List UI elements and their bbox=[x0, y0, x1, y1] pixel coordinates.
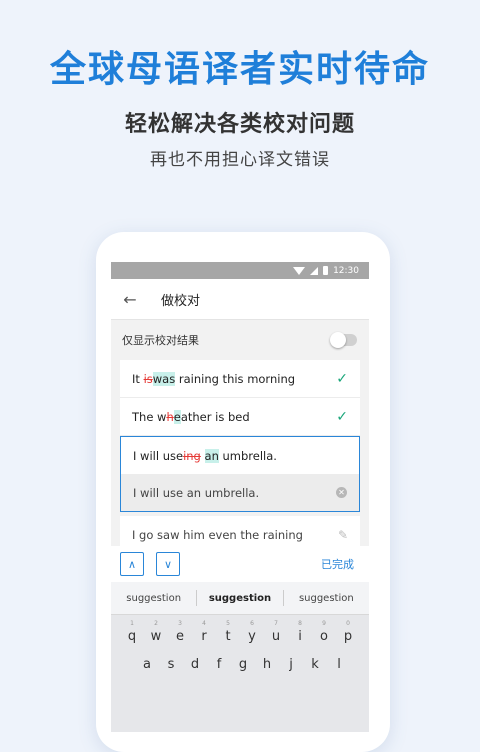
check-icon: ✓ bbox=[336, 408, 348, 425]
key-label: q bbox=[127, 629, 137, 644]
key-g[interactable]: g bbox=[232, 657, 254, 672]
promo-headline: 全球母语译者实时待命 bbox=[49, 49, 430, 90]
filter-label: 仅显示校对结果 bbox=[122, 334, 199, 347]
suggestion-bar: suggestion suggestion suggestion bbox=[111, 582, 369, 615]
key-l[interactable]: l bbox=[328, 657, 350, 672]
key-row-1: 1q2w3e4r5t6y7u8i9o0p bbox=[115, 620, 365, 645]
key-digit-hint: 1 bbox=[130, 620, 134, 627]
deleted-text: h bbox=[166, 409, 174, 424]
check-icon: ✓ bbox=[336, 370, 348, 387]
status-time: 12:30 bbox=[333, 265, 359, 276]
key-s[interactable]: s bbox=[160, 657, 182, 672]
pencil-icon[interactable]: ✎ bbox=[338, 528, 348, 542]
battery-icon bbox=[323, 266, 329, 275]
clear-icon[interactable]: ✕ bbox=[336, 487, 347, 498]
proofread-list: It iswas raining this morning ✓ The whea… bbox=[120, 360, 360, 554]
key-label: w bbox=[150, 629, 162, 644]
page-title: 做校对 bbox=[161, 293, 201, 309]
suggestion-text: I will use an umbrella. bbox=[133, 485, 260, 500]
key-digit-hint: 5 bbox=[226, 620, 230, 627]
key-digit-hint: 3 bbox=[178, 620, 182, 627]
sentence-text: It iswas raining this morning bbox=[132, 371, 296, 386]
key-u[interactable]: 7u bbox=[265, 620, 287, 645]
key-area: 1q2w3e4r5t6y7u8i9o0p asdfghjkl bbox=[111, 615, 369, 691]
key-label: i bbox=[298, 629, 302, 644]
list-item[interactable]: The wheather is bed ✓ bbox=[120, 398, 360, 436]
suggestion-input[interactable]: I will use an umbrella. ✕ bbox=[121, 474, 359, 511]
key-y[interactable]: 6y bbox=[241, 620, 263, 645]
list-item[interactable]: It iswas raining this morning ✓ bbox=[120, 360, 360, 398]
key-i[interactable]: 8i bbox=[289, 620, 311, 645]
done-button[interactable]: 已完成 bbox=[321, 556, 354, 572]
prev-button[interactable]: ∧ bbox=[120, 552, 144, 576]
suggestion-chip[interactable]: suggestion bbox=[111, 593, 196, 604]
key-digit-hint: 7 bbox=[274, 620, 278, 627]
key-label: t bbox=[225, 629, 231, 644]
key-j[interactable]: j bbox=[280, 657, 302, 672]
suggestion-chip[interactable]: suggestion bbox=[284, 593, 369, 604]
inserted-text: was bbox=[152, 371, 176, 386]
sentence-text: I will useing an umbrella. bbox=[133, 448, 277, 463]
sentence-text: The wheather is bed bbox=[132, 409, 250, 424]
key-e[interactable]: 3e bbox=[169, 620, 191, 645]
toggle-knob bbox=[330, 332, 346, 348]
suggestion-chip[interactable]: suggestion bbox=[197, 593, 282, 604]
key-digit-hint: 6 bbox=[250, 620, 254, 627]
inserted-text: e bbox=[173, 409, 181, 424]
key-label: y bbox=[248, 629, 256, 644]
key-a[interactable]: a bbox=[136, 657, 158, 672]
key-digit-hint: 2 bbox=[154, 620, 158, 627]
key-digit-hint: 0 bbox=[346, 620, 350, 627]
key-label: e bbox=[176, 629, 184, 644]
wifi-icon bbox=[293, 266, 306, 275]
filter-toggle[interactable] bbox=[330, 332, 357, 348]
key-h[interactable]: h bbox=[256, 657, 278, 672]
deleted-text: ing bbox=[183, 448, 201, 463]
key-row-2: asdfghjkl bbox=[115, 657, 365, 672]
active-sentence[interactable]: I will useing an umbrella. bbox=[121, 437, 359, 474]
sentence-text: I go saw him even the raining bbox=[132, 527, 303, 542]
active-item: I will useing an umbrella. I will use an… bbox=[120, 436, 360, 512]
key-f[interactable]: f bbox=[208, 657, 230, 672]
key-o[interactable]: 9o bbox=[313, 620, 335, 645]
nav-bar: ∧ ∨ 已完成 bbox=[111, 546, 369, 582]
key-label: u bbox=[271, 629, 281, 644]
promo-tagline: 再也不用担心译文错误 bbox=[150, 150, 330, 170]
key-q[interactable]: 1q bbox=[121, 620, 143, 645]
key-k[interactable]: k bbox=[304, 657, 326, 672]
filter-row: 仅显示校对结果 bbox=[111, 320, 369, 360]
key-d[interactable]: d bbox=[184, 657, 206, 672]
promo-subheadline: 轻松解决各类校对问题 bbox=[124, 112, 355, 137]
phone-frame: 12:30 ← 做校对 仅显示校对结果 It iswas raining thi… bbox=[96, 232, 390, 752]
app-bar: ← 做校对 bbox=[111, 279, 369, 320]
key-t[interactable]: 5t bbox=[217, 620, 239, 645]
status-bar: 12:30 bbox=[111, 262, 369, 279]
inserted-text: an bbox=[204, 448, 219, 463]
arrow-left-icon[interactable]: ← bbox=[111, 290, 149, 309]
key-label: r bbox=[201, 629, 207, 644]
key-p[interactable]: 0p bbox=[337, 620, 359, 645]
deleted-text: is bbox=[143, 371, 153, 386]
signal-icon bbox=[310, 266, 319, 275]
next-button[interactable]: ∨ bbox=[156, 552, 180, 576]
key-label: o bbox=[320, 629, 328, 644]
keyboard: suggestion suggestion suggestion 1q2w3e4… bbox=[111, 582, 369, 732]
key-digit-hint: 8 bbox=[298, 620, 302, 627]
key-digit-hint: 4 bbox=[202, 620, 206, 627]
key-w[interactable]: 2w bbox=[145, 620, 167, 645]
key-r[interactable]: 4r bbox=[193, 620, 215, 645]
key-label: p bbox=[343, 629, 353, 644]
key-digit-hint: 9 bbox=[322, 620, 326, 627]
phone-screen: 12:30 ← 做校对 仅显示校对结果 It iswas raining thi… bbox=[111, 262, 369, 732]
